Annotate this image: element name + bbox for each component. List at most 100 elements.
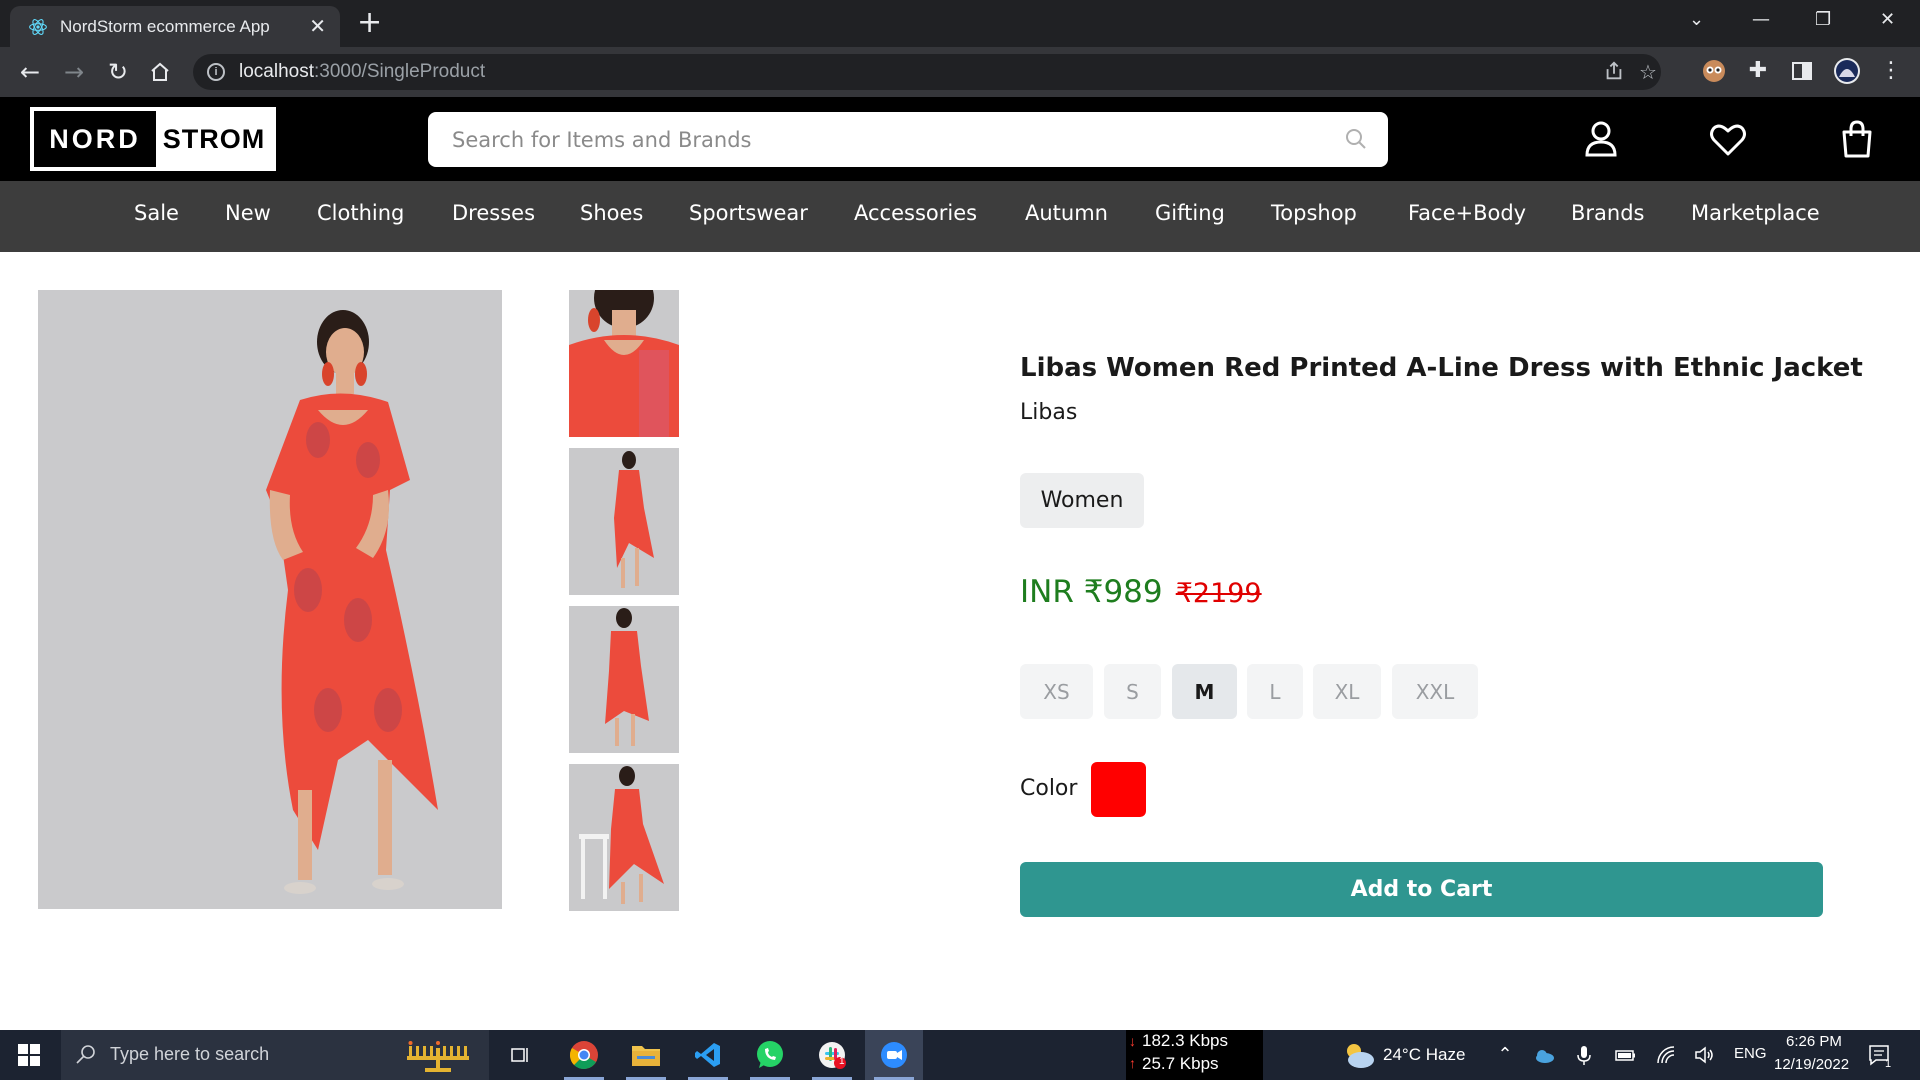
upload-speed: 25.7 Kbps (1142, 1054, 1219, 1073)
original-price: ₹2199 (1175, 578, 1262, 609)
browser-menu-icon[interactable]: ⋮ (1877, 57, 1905, 85)
forward-icon[interactable]: → (59, 59, 89, 85)
nav-item-sportswear[interactable]: Sportswear (689, 201, 808, 225)
site-header: NORD STROM (0, 97, 1920, 181)
battery-icon[interactable] (1614, 1044, 1636, 1066)
language-indicator[interactable]: ENG (1734, 1045, 1767, 1062)
url-text[interactable]: localhost:3000/SingleProduct (239, 61, 485, 83)
clock-time[interactable]: 6:26 PM (1786, 1033, 1842, 1050)
onedrive-icon[interactable] (1533, 1044, 1555, 1066)
notification-count: 1 (1885, 1058, 1892, 1070)
site-logo[interactable]: NORD STROM (30, 107, 276, 171)
vscode-icon[interactable] (679, 1030, 737, 1080)
product-thumbnail[interactable] (569, 764, 679, 911)
nav-item-shoes[interactable]: Shoes (580, 201, 643, 225)
download-arrow-icon: ↓ (1129, 1033, 1136, 1049)
browser-toolbar: ← → ↻ i localhost:3000/SingleProduct ☆ ✚… (0, 47, 1920, 97)
nav-item-clothing[interactable]: Clothing (317, 201, 404, 225)
nav-item-accessories[interactable]: Accessories (854, 201, 977, 225)
taskbar-search-icon (76, 1045, 95, 1064)
clock-date[interactable]: 12/19/2022 (1774, 1056, 1849, 1073)
user-account-icon[interactable] (1579, 117, 1623, 161)
volume-icon[interactable] (1693, 1044, 1715, 1066)
product-thumbnail[interactable] (569, 448, 679, 595)
search-box (428, 112, 1388, 167)
download-speed: 182.3 Kbps (1142, 1031, 1229, 1050)
new-tab-icon[interactable]: + (357, 7, 382, 39)
search-icon[interactable] (1344, 127, 1368, 151)
bookmark-star-icon[interactable]: ☆ (1639, 60, 1657, 84)
share-icon[interactable] (1603, 60, 1625, 82)
minimize-icon[interactable]: — (1752, 10, 1770, 30)
zoom-icon[interactable] (865, 1030, 923, 1080)
windows-start-icon[interactable] (18, 1044, 40, 1066)
search-input[interactable] (428, 112, 1388, 167)
restore-icon[interactable]: ❐ (1815, 10, 1831, 30)
tab-search-icon[interactable]: ⌄ (1689, 10, 1704, 30)
tab-title: NordStorm ecommerce App (60, 17, 270, 36)
browser-tab[interactable]: NordStorm ecommerce App ✕ (10, 6, 340, 47)
thumbnail-side-image (569, 448, 679, 595)
address-bar[interactable]: i localhost:3000/SingleProduct ☆ (193, 54, 1661, 90)
shopping-bag-icon[interactable] (1835, 117, 1879, 161)
product-title: Libas Women Red Printed A-Line Dress wit… (1020, 353, 1863, 383)
microphone-icon[interactable] (1573, 1044, 1595, 1066)
nav-item-new[interactable]: New (225, 201, 271, 225)
product-brand: Libas (1020, 400, 1078, 425)
wishlist-heart-icon[interactable] (1706, 117, 1750, 161)
slack-badge-count: 1 (839, 1056, 845, 1067)
weather-text[interactable]: 24°C Haze (1383, 1045, 1465, 1065)
size-option-s[interactable]: S (1104, 664, 1161, 719)
thumbnail-seated-image (569, 764, 679, 911)
logo-text-right: STROM (156, 111, 272, 167)
nav-item-autumn[interactable]: Autumn (1025, 201, 1108, 225)
nav-item-face-body[interactable]: Face+Body (1408, 201, 1526, 225)
window-close-icon[interactable]: ✕ (1880, 10, 1895, 30)
nav-item-dresses[interactable]: Dresses (452, 201, 535, 225)
extensions-puzzle-icon[interactable]: ✚ (1744, 57, 1772, 85)
home-icon[interactable] (148, 60, 172, 84)
product-main-image[interactable] (38, 290, 502, 909)
back-icon[interactable]: ← (15, 59, 45, 85)
file-explorer-icon[interactable] (617, 1030, 675, 1080)
tab-close-icon[interactable]: ✕ (309, 14, 326, 38)
wifi-icon[interactable] (1655, 1044, 1677, 1066)
taskbar-search-text: Type here to search (110, 1044, 270, 1064)
size-option-m[interactable]: M (1172, 664, 1237, 719)
slack-icon[interactable]: 1 (803, 1030, 861, 1080)
nav-item-brands[interactable]: Brands (1571, 201, 1645, 225)
taskbar-search-box[interactable]: Type here to search (61, 1030, 489, 1080)
reload-icon[interactable]: ↻ (103, 59, 133, 85)
color-swatch-red[interactable] (1091, 762, 1146, 817)
add-to-cart-button[interactable]: Add to Cart (1020, 862, 1823, 917)
react-icon (29, 19, 47, 35)
size-option-xl[interactable]: XL (1313, 664, 1381, 719)
nav-item-gifting[interactable]: Gifting (1155, 201, 1225, 225)
windows-taskbar: Type here to search 1 ↓ 182.3 Kbps ↑ 25.… (0, 1030, 1920, 1080)
product-thumbnail[interactable] (569, 606, 679, 753)
site-info-icon[interactable]: i (207, 63, 225, 81)
category-badge: Women (1020, 473, 1144, 528)
whatsapp-icon[interactable] (741, 1030, 799, 1080)
task-view-icon[interactable] (491, 1030, 549, 1080)
weather-cloud-icon[interactable] (1341, 1040, 1375, 1070)
extension-avatar-icon[interactable] (1700, 57, 1728, 85)
color-label: Color (1020, 776, 1078, 801)
nav-item-sale[interactable]: Sale (134, 201, 179, 225)
thumbnail-closeup-image (569, 290, 679, 437)
browser-tab-bar: NordStorm ecommerce App ✕ + ⌄ — ❐ ✕ (0, 0, 1920, 47)
size-option-xs[interactable]: XS (1020, 664, 1093, 719)
chrome-taskbar-icon[interactable] (555, 1030, 613, 1080)
price-row: INR ₹989 ₹2199 (1020, 574, 1262, 610)
size-option-xxl[interactable]: XXL (1392, 664, 1478, 719)
show-hidden-icons-icon[interactable]: ⌃ (1494, 1044, 1516, 1066)
size-option-l[interactable]: L (1247, 664, 1303, 719)
current-price: INR ₹989 (1020, 574, 1163, 610)
side-panel-icon[interactable] (1788, 57, 1816, 85)
category-nav: Sale New Clothing Dresses Shoes Sportswe… (0, 181, 1920, 252)
profile-avatar-icon[interactable] (1833, 57, 1861, 85)
nav-item-marketplace[interactable]: Marketplace (1691, 201, 1820, 225)
product-thumbnail[interactable] (569, 290, 679, 437)
menorah-icon (407, 1041, 469, 1072)
nav-item-topshop[interactable]: Topshop (1271, 201, 1357, 225)
